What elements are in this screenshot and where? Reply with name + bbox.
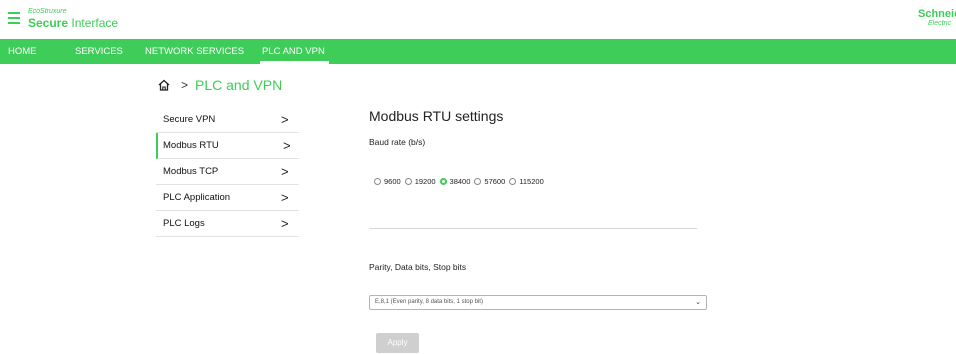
top-header: EcoStruxure Secure Interface Schneider E…: [0, 0, 956, 37]
logo-line-1: Schneider: [918, 9, 956, 20]
nav-item-home[interactable]: HOME: [8, 39, 37, 64]
baud-radio-label-19200[interactable]: 19200: [415, 177, 436, 186]
breadcrumb: > PLC and VPN: [157, 76, 282, 94]
baud-radio-label-57600[interactable]: 57600: [484, 177, 505, 186]
side-menu-item-secure-vpn[interactable]: Secure VPN >: [156, 107, 299, 133]
main-navigation: HOME SERVICES NETWORK SERVICES PLC AND V…: [0, 39, 956, 64]
chevron-down-icon: ⌄: [695, 299, 701, 306]
parity-select[interactable]: E,8,1 (Even parity, 8 data bits, 1 stop …: [369, 295, 707, 310]
brand-title: Secure Interface: [28, 16, 118, 30]
side-menu-item-label: PLC Application: [163, 192, 231, 203]
brand-ecostruxure-label: EcoStruxure: [28, 8, 67, 15]
baud-radio-9600[interactable]: [374, 178, 381, 185]
section-title: Modbus RTU settings: [369, 108, 504, 124]
side-menu-item-label: Secure VPN: [163, 114, 216, 125]
chevron-right-icon: >: [283, 138, 291, 153]
nav-item-plc-and-vpn[interactable]: PLC AND VPN: [260, 39, 329, 64]
breadcrumb-separator: >: [181, 78, 189, 92]
side-menu-item-label: Modbus TCP: [163, 166, 219, 177]
chevron-right-icon: >: [281, 164, 289, 179]
chevron-right-icon: >: [281, 216, 289, 231]
baud-rate-radio-group: 9600 19200 38400 57600 115200: [374, 177, 548, 186]
chevron-right-icon: >: [281, 112, 289, 127]
chevron-right-icon: >: [281, 190, 289, 205]
side-menu-item-label: PLC Logs: [163, 218, 205, 229]
side-menu-item-label: Modbus RTU: [163, 140, 219, 151]
baud-radio-115200[interactable]: [509, 178, 517, 185]
apply-button[interactable]: Apply: [376, 333, 419, 353]
hamburger-menu-icon[interactable]: [8, 12, 20, 27]
baud-rate-label: Baud rate (b/s): [369, 137, 426, 147]
parity-label: Parity, Data bits, Stop bits: [369, 262, 467, 272]
parity-select-value: E,8,1 (Even parity, 8 data bits, 1 stop …: [375, 299, 483, 305]
baud-radio-57600[interactable]: [474, 178, 482, 185]
brand-title-rest: Interface: [68, 16, 119, 30]
baud-radio-label-38400[interactable]: 38400: [450, 177, 471, 186]
nav-item-services[interactable]: SERVICES: [75, 39, 123, 64]
baud-radio-19200[interactable]: [404, 178, 412, 185]
section-divider: [369, 228, 697, 229]
side-menu-item-plc-logs[interactable]: PLC Logs >: [156, 211, 299, 237]
baud-radio-label-115200[interactable]: 115200: [519, 177, 543, 186]
baud-radio-38400[interactable]: [439, 178, 447, 185]
app-brand: EcoStruxure Secure Interface: [28, 8, 118, 30]
side-menu-item-plc-application[interactable]: PLC Application >: [156, 185, 299, 211]
schneider-electric-logo: Schneider Electric: [918, 9, 956, 28]
brand-title-bold: Secure: [28, 16, 69, 30]
side-menu-item-modbus-tcp[interactable]: Modbus TCP >: [156, 159, 299, 185]
nav-item-network-services[interactable]: NETWORK SERVICES: [145, 39, 244, 64]
logo-line-2: Electric: [928, 20, 951, 27]
breadcrumb-current: PLC and VPN: [195, 77, 283, 93]
side-menu-item-modbus-rtu[interactable]: Modbus RTU >: [156, 133, 299, 159]
side-menu: Secure VPN > Modbus RTU > Modbus TCP > P…: [156, 107, 299, 237]
baud-radio-label-9600[interactable]: 9600: [384, 177, 401, 186]
home-icon[interactable]: [157, 78, 171, 92]
